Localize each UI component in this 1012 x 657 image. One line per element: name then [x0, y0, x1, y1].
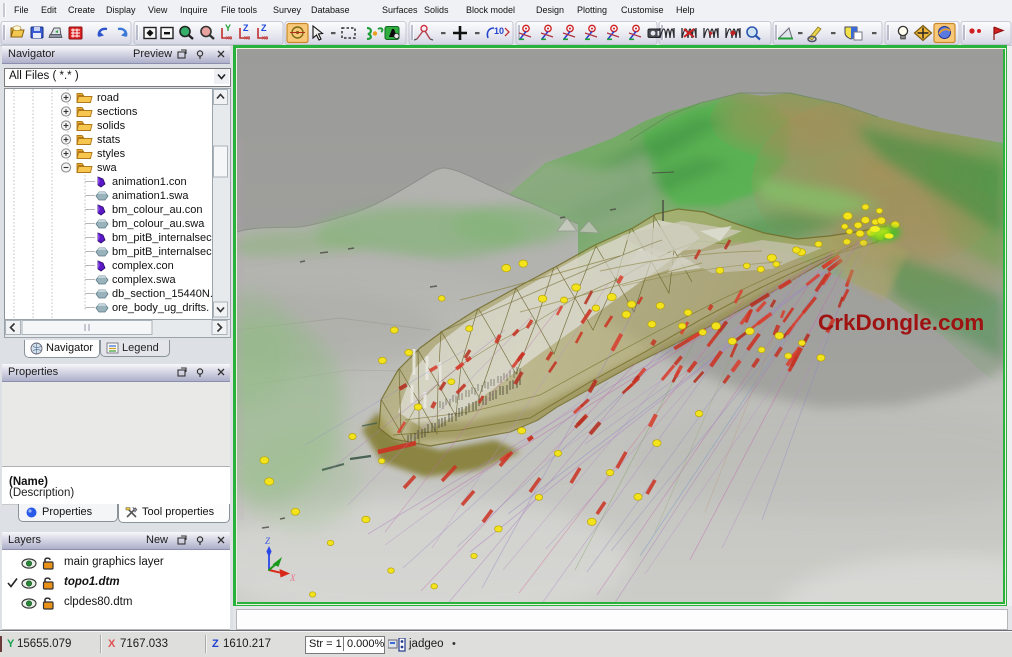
svg-text:xc: xc — [244, 36, 250, 42]
svg-text:xc: xc — [262, 36, 268, 42]
svg-text:10: 10 — [494, 26, 504, 36]
svg-text:Y: Y — [225, 23, 231, 33]
svg-text:X: X — [289, 573, 296, 583]
svg-text:Z: Z — [261, 23, 267, 33]
svg-text:xc: xc — [226, 36, 232, 42]
svg-text:Z: Z — [243, 23, 249, 33]
svg-text:CrkDongle.com: CrkDongle.com — [818, 310, 984, 335]
